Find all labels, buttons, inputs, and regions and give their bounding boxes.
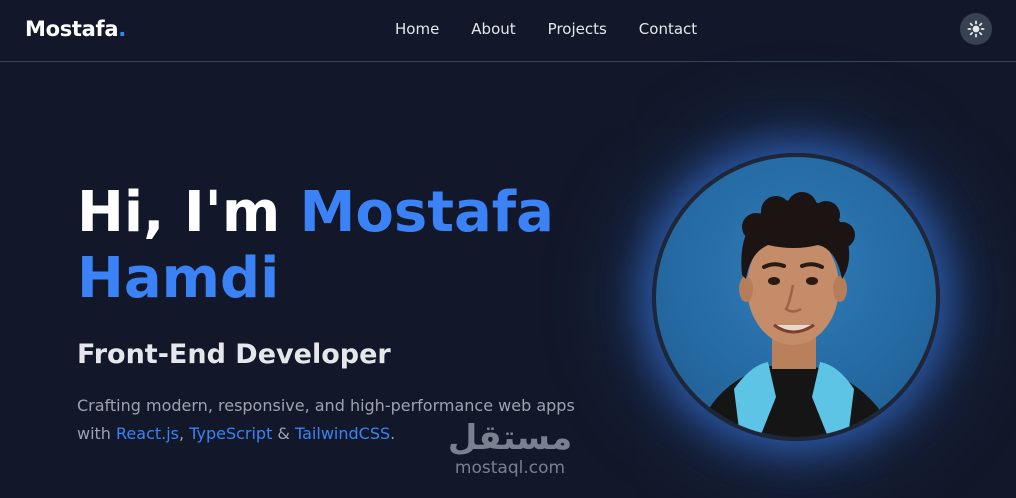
desc-suffix: . [390,424,396,443]
logo[interactable]: Mostafa. [25,17,126,41]
hero-title: Hi, I'm Mostafa Hamdi [77,180,597,312]
tech-tailwind: TailwindCSS [295,424,391,443]
theme-toggle-button[interactable] [960,13,992,45]
tech-react: React.js [116,424,180,443]
mostaql-watermark: مستقل mostaql.com [440,418,580,478]
navbar: Mostafa. Home About Projects Contact [0,0,1016,62]
hero-role: Front-End Developer [77,339,391,370]
hero-first-name: Mostafa [299,180,554,245]
logo-text: Mostafa [25,17,119,41]
watermark-latin: mostaql.com [454,458,566,478]
hero-last-name: Hamdi [77,246,280,311]
sun-icon [967,20,985,38]
tech-typescript: TypeScript [189,424,273,443]
desc-sep-2: & [272,424,295,443]
watermark-arabic: مستقل [447,418,573,458]
hero-greeting: Hi, I'm [77,180,300,245]
desc-sep-1: , [179,424,190,443]
nav-link-contact[interactable]: Contact [639,20,697,38]
nav-link-projects[interactable]: Projects [548,20,607,38]
nav-links: Home About Projects Contact [395,20,697,38]
profile-photo [652,153,940,441]
nav-link-home[interactable]: Home [395,20,439,38]
portrait-illustration [696,192,896,437]
logo-dot: . [118,17,126,41]
nav-link-about[interactable]: About [471,20,515,38]
